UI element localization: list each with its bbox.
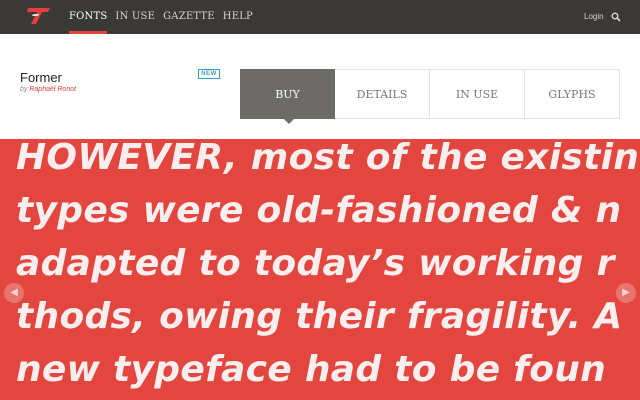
tab-in-use[interactable]: In Use: [430, 69, 525, 119]
top-navigation-bar: Fonts In Use Gazette Help Login: [0, 0, 640, 34]
chevron-left-icon: ◀: [10, 287, 18, 298]
main-nav: Fonts In Use Gazette Help: [69, 0, 261, 34]
specimen-line: new typeface had to be foun: [16, 349, 607, 390]
font-title: Former: [20, 70, 62, 85]
login-link[interactable]: Login: [584, 0, 604, 34]
foundry-logo-icon[interactable]: [24, 6, 52, 26]
specimen-line: thods, owing their fragility. A: [16, 296, 623, 337]
nav-item-in-use[interactable]: In Use: [115, 0, 155, 34]
tab-details[interactable]: Details: [335, 69, 430, 119]
author-link[interactable]: Raphaël Ronot: [29, 86, 76, 93]
prev-specimen-button[interactable]: ◀: [4, 283, 24, 303]
byline-prefix: by: [20, 86, 28, 93]
font-tabs: Buy Details In Use Glyphs: [240, 69, 620, 124]
specimen-line: types were old-fashioned & n: [16, 190, 622, 231]
new-badge: NEW: [198, 69, 220, 79]
specimen-line: adapted to today’s working r: [16, 243, 615, 284]
nav-item-gazette[interactable]: Gazette: [163, 0, 215, 34]
font-byline: by Raphaël Ronot: [20, 86, 76, 93]
nav-item-help[interactable]: Help: [223, 0, 253, 34]
search-icon[interactable]: [611, 12, 621, 22]
tab-buy[interactable]: Buy: [240, 69, 335, 124]
tab-glyphs[interactable]: Glyphs: [525, 69, 620, 119]
chevron-right-icon: ▶: [622, 287, 630, 298]
type-specimen: HOWEVER, most of the existin types were …: [0, 139, 640, 400]
specimen-line: HOWEVER, most of the existin: [16, 139, 640, 178]
nav-item-fonts[interactable]: Fonts: [69, 0, 108, 34]
next-specimen-button[interactable]: ▶: [616, 283, 636, 303]
